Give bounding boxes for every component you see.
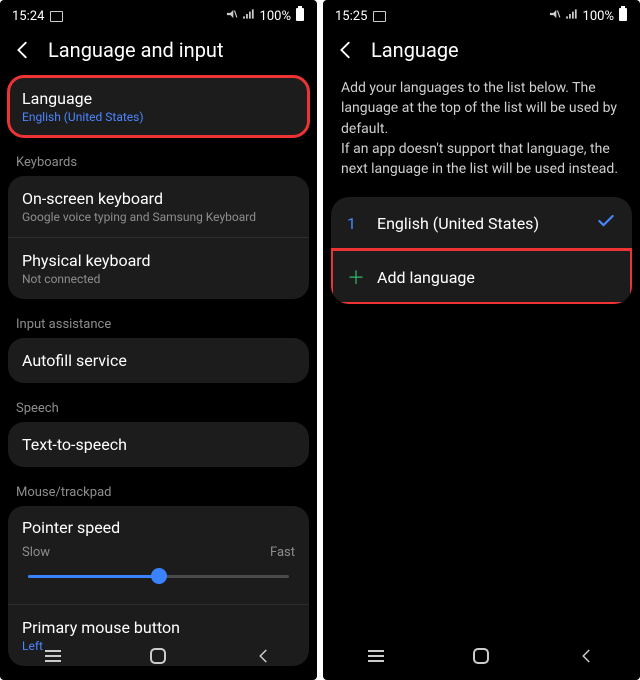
screenshot-icon [373,11,386,22]
language-item[interactable]: Language English (United States) [8,76,309,137]
nav-recents-icon[interactable] [364,644,388,668]
back-icon[interactable] [12,39,34,61]
speech-card: Text-to-speech [8,422,309,467]
section-mouse: Mouse/trackpad [0,475,317,506]
signal-icon [565,7,579,25]
mute-icon [547,7,561,25]
slider-fast-label: Fast [270,545,295,560]
battery-percent: 100% [583,9,614,24]
nav-recents-icon[interactable] [41,644,65,668]
slider-slow-label: Slow [22,545,50,560]
section-keyboards: Keyboards [0,145,317,176]
nav-home-icon[interactable] [146,644,170,668]
language-subtitle: English (United States) [22,110,295,124]
status-time: 15:24 [12,9,44,24]
language-row[interactable]: 1 English (United States) [331,197,632,249]
plus-icon: ＋ [347,264,371,290]
mute-icon [224,7,238,25]
status-bar: 15:24 100% [0,0,317,30]
onscreen-keyboard-item[interactable]: On-screen keyboard Google voice typing a… [8,176,309,237]
page-title: Language [371,38,459,62]
input-assistance-card: Autofill service [8,338,309,383]
language-description: Add your languages to the list below. Th… [323,76,640,197]
language-title: Language [22,89,295,108]
signal-icon [242,7,256,25]
nav-bar [0,632,317,680]
nav-bar [323,632,640,680]
phone-left: 15:24 100% Language and input Language E… [0,0,317,680]
header: Language [323,30,640,76]
check-icon [596,211,616,235]
pointer-speed-slider[interactable] [28,566,289,586]
battery-percent: 100% [260,9,291,24]
status-bar: 15:25 100% [323,0,640,30]
battery-icon [618,6,628,26]
language-index: 1 [347,214,371,233]
back-icon[interactable] [335,39,357,61]
language-label: English (United States) [371,214,596,233]
screenshot-icon [50,11,63,22]
tts-item[interactable]: Text-to-speech [8,422,309,467]
status-time: 15:25 [335,9,367,24]
nav-home-icon[interactable] [469,644,493,668]
keyboards-card: On-screen keyboard Google voice typing a… [8,176,309,299]
section-input-assistance: Input assistance [0,307,317,338]
language-card: Language English (United States) [8,76,309,137]
autofill-item[interactable]: Autofill service [8,338,309,383]
add-language-label: Add language [371,268,616,287]
battery-icon [295,6,305,26]
languages-card: 1 English (United States) ＋ Add language [331,197,632,304]
add-language-item[interactable]: ＋ Add language [331,249,632,304]
page-title: Language and input [48,38,224,62]
pointer-speed-item: Pointer speed Slow Fast [8,506,309,604]
section-speech: Speech [0,391,317,422]
physical-keyboard-item[interactable]: Physical keyboard Not connected [8,237,309,299]
nav-back-icon[interactable] [252,644,276,668]
nav-back-icon[interactable] [575,644,599,668]
header: Language and input [0,30,317,76]
phone-right: 15:25 100% Language Add your languages t… [323,0,640,680]
